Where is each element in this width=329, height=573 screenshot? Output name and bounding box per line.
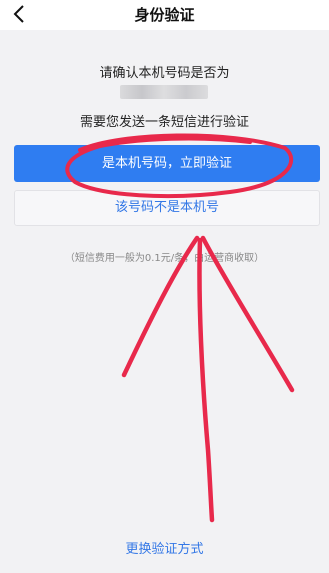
not-my-number-button[interactable]: 该号码不是本机号 [14, 190, 320, 226]
sms-fee-note: （短信费用一般为0.1元/条，由运营商收取） [64, 253, 265, 264]
page-title: 身份验证 [134, 6, 195, 24]
confirm-number-button[interactable]: 是本机号码，立即验证 [14, 145, 320, 182]
switch-verification-method-link[interactable]: 更换验证方式 [0, 538, 329, 557]
annotation-arrow-shaft [197, 237, 215, 523]
sms-info-text: 需要您发送一条短信进行验证 [79, 115, 249, 130]
confirm-prompt: 请确认本机号码是否为 [99, 66, 230, 81]
masked-phone-number [120, 85, 208, 99]
nav-bar: 身份验证 [0, 0, 329, 30]
